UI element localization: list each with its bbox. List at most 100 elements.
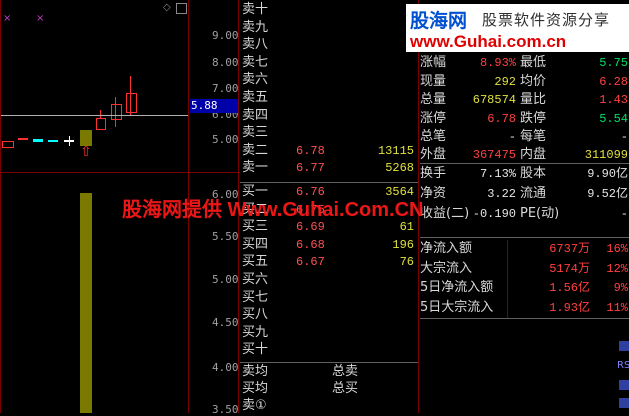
level-label: 卖十 [242,2,269,17]
buy-level-row[interactable]: 买七 [242,290,418,306]
sell-level-row[interactable]: 卖一 6.77 5268 [242,160,418,176]
volume-bar [80,193,92,413]
sell-level-row[interactable]: 卖十 [242,2,418,18]
side-tab-icon[interactable] [619,380,629,390]
watermark-tagline: 股票软件资源分享 [482,11,611,29]
fund-flow-row: 5日净流入额 1.56亿 9% [420,279,629,297]
level-label: 卖二 [242,142,269,158]
diamond-icon[interactable]: ◇ [163,3,172,13]
quote-value: - [508,130,516,144]
flow-value: 1.93亿 [549,300,590,315]
candle [18,138,28,140]
quote-key: 总笔 [420,129,447,144]
sell-level-row[interactable]: 卖五 [242,90,418,106]
quote-key: 量比 [520,92,547,108]
quote-divider [507,240,508,318]
sell-level-row[interactable]: 卖三 [242,125,418,141]
quote-row: 换手 7.13% 股本 9.90亿 [420,165,629,183]
quote-key: 涨停 [420,110,447,126]
buy-level-row[interactable]: 买八 [242,307,418,323]
flow-percent: 11% [606,300,628,315]
orderbook-divider [240,362,418,363]
watermark-url: www.Guhai.com.cn [410,32,567,51]
quote-value: 367475 [472,148,516,163]
avg-buy-label: 买均 [242,381,269,396]
flow-percent: 9% [613,281,628,295]
level-volume: 196 [392,237,414,252]
level-label: 卖六 [242,72,269,88]
axis-tick: 5.50 [212,230,239,243]
level-label: 买七 [242,289,269,305]
avg-buy-row: 买均 总买 [242,381,418,397]
candle [33,139,43,142]
candle [48,140,58,142]
quote-value: 5.75 [599,56,628,71]
level-label: 买四 [242,236,269,252]
sell-level-row[interactable]: 卖八 [242,37,418,53]
candle [111,104,122,120]
buy-level-row[interactable]: 买五 6.67 76 [242,254,418,270]
collapse-icon[interactable] [176,3,187,14]
quote-value: - [620,207,628,221]
watermark-banner: 股海网 股票软件资源分享 www.Guhai.com.cn [406,4,629,52]
avg-sell-label: 卖均 [242,364,269,379]
level-label: 卖五 [242,90,269,105]
orderbook-divider [240,182,418,183]
quote-key: 内盘 [520,147,547,163]
axis-tick: 5.00 [212,273,239,286]
flow-percent: 12% [606,261,628,276]
quote-value: 5.54 [599,111,628,126]
quote-value: 9.90亿 [587,167,628,181]
quote-value: 678574 [472,93,516,108]
quote-row: 涨停 6.78 跌停 5.54 [420,110,629,128]
quote-row: 外盘 367475 内盘 311099 [420,146,629,164]
sell-level-row[interactable]: 卖四 [242,108,418,124]
level-label: 买六 [242,272,269,287]
sell-cut-label: 卖① [242,398,267,413]
level-label: 卖三 [242,125,269,141]
buy-level-row[interactable]: 买六 [242,272,418,288]
sell-level-row[interactable]: 卖二 6.78 13115 [242,143,418,159]
level-volume: 76 [399,255,414,270]
chart-divider [0,0,1,413]
candle [2,141,14,148]
price-axis: 9.00 8.00 7.00 6.00 5.00 5.88 [190,0,239,172]
x-marker-icon: × [36,13,45,24]
axis-tick: 5.00 [212,133,239,146]
quote-divider [420,318,629,319]
quote-value: 311099 [584,148,628,163]
sell-level-row[interactable]: 卖六 [242,72,418,88]
buy-level-row[interactable]: 买九 [242,325,418,341]
quote-key: 现量 [420,73,447,89]
level-volume: 5268 [385,161,414,176]
quote-value: - [620,130,628,144]
rs-label[interactable]: RS [617,360,629,371]
candle-wick [69,136,70,146]
quote-value: 6.78 [487,111,516,126]
level-volume: 13115 [377,143,414,158]
sell-level-row[interactable]: 卖七 [242,55,418,71]
total-sell-label: 总卖 [332,364,359,379]
sell-cut-row: 卖① [242,398,418,414]
buy-level-row[interactable]: 买四 6.68 196 [242,237,418,253]
candle-wick [115,97,116,127]
axis-tick: 4.00 [212,361,239,374]
flow-key: 5日大宗流入 [420,299,494,315]
level-label: 卖八 [242,37,269,53]
watermark-overlay: 股海网提供 Www.Guhai.Com.CN [122,199,424,221]
level-label: 卖七 [242,54,269,70]
quote-row: 涨幅 8.93% 最低 5.75 [420,54,629,72]
flow-value: 1.56亿 [549,281,590,295]
quote-key: 涨幅 [420,55,447,71]
level-label: 买十 [242,342,269,358]
avg-sell-row: 卖均 总卖 [242,364,418,380]
flow-value: 5174万 [549,261,590,276]
buy-level-row[interactable]: 买十 [242,342,418,358]
flow-value: 6737万 [549,242,590,256]
level-label: 买八 [242,307,269,323]
sell-level-row[interactable]: 卖九 [242,20,418,36]
flow-key: 5日净流入额 [420,280,494,295]
level-label: 卖九 [242,19,269,35]
side-tab-icon[interactable] [619,341,629,351]
side-tab-icon[interactable] [619,398,629,408]
